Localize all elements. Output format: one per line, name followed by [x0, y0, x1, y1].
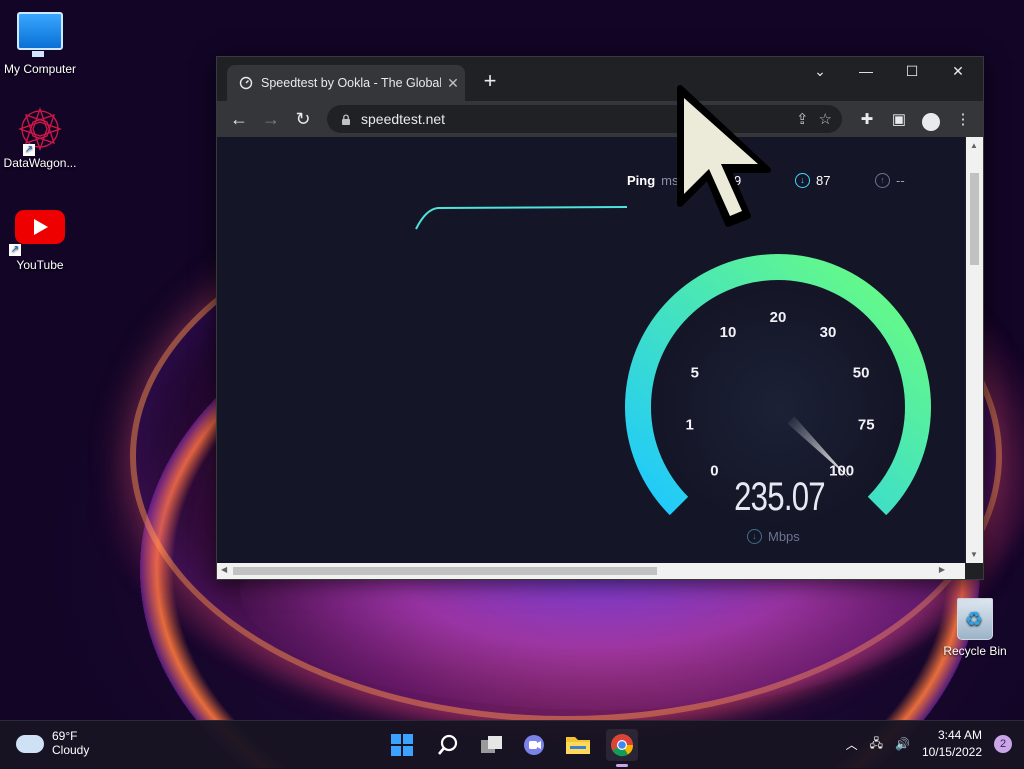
windows-logo-icon [391, 734, 413, 756]
gauge-tick-label: 0 [710, 463, 718, 480]
bookmark-star-icon[interactable]: ☆ [819, 110, 832, 128]
file-explorer-button[interactable] [562, 729, 594, 761]
arrow-right-icon: → [262, 108, 280, 129]
desktop-icon-label: Recycle Bin [943, 644, 1007, 658]
desktop-icon-label: DataWagon... [3, 156, 77, 170]
tab-strip: Speedtest by Ookla - The Global ✕ + ⌄ — … [217, 57, 983, 101]
share-icon[interactable]: ⇪ [796, 110, 809, 128]
ping-metric: Ping ms [627, 173, 679, 188]
upload-metric: ↑ -- [875, 173, 905, 188]
tab-speedtest[interactable]: Speedtest by Ookla - The Global ✕ [227, 65, 465, 101]
scroll-up-icon[interactable]: ▲ [970, 141, 978, 150]
speed-graph-line [415, 206, 628, 230]
maximize-button[interactable]: ☐ [897, 63, 927, 80]
gauge-tick-label: 5 [691, 365, 699, 382]
scroll-down-icon[interactable]: ▼ [970, 550, 978, 559]
download-unit-icon: ↓ [747, 529, 762, 544]
weather-widget[interactable]: 69°F Cloudy [16, 729, 89, 757]
weather-temp: 69°F [52, 729, 78, 743]
tab-close-icon[interactable]: ✕ [441, 75, 465, 92]
download-metric: ↓ 87 [795, 173, 830, 188]
scroll-right-icon[interactable]: ▶ [939, 565, 945, 574]
speed-value: 235.07 [734, 475, 826, 519]
speed-unit: Mbps [768, 529, 800, 544]
cloud-icon [16, 735, 44, 753]
computer-icon [17, 12, 63, 57]
system-tray: ︿ 🖧 🔊 3:44 AM 10/15/2022 2 [846, 727, 1012, 761]
desktop-icon-youtube[interactable]: ↗ YouTube [0, 210, 80, 272]
network-icon[interactable]: 🖧 [870, 734, 883, 755]
youtube-icon: ↗ [9, 210, 65, 256]
speed-unit-group: ↓ Mbps [747, 529, 800, 544]
desktop-icon-label: YouTube [16, 258, 64, 272]
scroll-left-icon[interactable]: ◀ [221, 565, 227, 574]
gauge-tick-label: 50 [853, 365, 870, 382]
upload-value: -- [896, 173, 905, 188]
mouse-cursor-icon [677, 85, 771, 227]
gauge-tick-label: 10 [720, 324, 737, 341]
side-panel-icon[interactable]: ▣ [885, 105, 913, 133]
arrow-left-icon: ← [230, 108, 248, 129]
tab-search-button[interactable]: ⌄ [805, 63, 835, 80]
gauge-tick-label: 20 [770, 309, 787, 326]
vertical-scroll-thumb[interactable] [970, 173, 979, 265]
clock-date: 10/15/2022 [921, 745, 982, 759]
clock[interactable]: 3:44 AM 10/15/2022 [922, 727, 982, 761]
back-button[interactable]: ← [223, 104, 255, 134]
ping-label: Ping [627, 173, 656, 188]
tab-title: Speedtest by Ookla - The Global [261, 76, 441, 90]
active-indicator [616, 764, 628, 767]
start-button[interactable] [386, 729, 418, 761]
download-arrow-icon: ↓ [795, 173, 810, 188]
gauge-tick-label: 1 [686, 417, 694, 434]
browser-toolbar: ← → ↻ speedtest.net ⇪ ☆ ✚ ▣ ⋮ [217, 101, 983, 137]
desktop-icon-datawagon[interactable]: ↗ DataWagon... [0, 106, 80, 170]
horizontal-scrollbar[interactable]: ◀ ▶ [217, 563, 965, 579]
task-view-button[interactable] [476, 729, 508, 761]
desktop-icon-recycle-bin[interactable]: ♻ Recycle Bin [935, 598, 1015, 658]
vertical-scrollbar[interactable]: ▲ ▼ [966, 137, 983, 563]
horizontal-scroll-thumb[interactable] [233, 567, 657, 575]
speedtest-favicon-icon [239, 76, 253, 90]
folder-icon [566, 737, 590, 754]
speed-graph [415, 206, 628, 230]
weather-desc: Cloudy [52, 743, 90, 757]
new-tab-button[interactable]: + [477, 69, 503, 95]
desktop-icon-label: My Computer [3, 62, 77, 76]
chrome-window: Speedtest by Ookla - The Global ✕ + ⌄ — … [216, 56, 984, 580]
reload-icon: ↻ [295, 108, 311, 129]
shortcut-arrow-icon: ↗ [9, 244, 21, 256]
menu-kebab-icon[interactable]: ⋮ [949, 105, 977, 133]
minimize-button[interactable]: — [851, 63, 881, 79]
chrome-taskbar-button[interactable] [606, 729, 638, 767]
profile-button[interactable] [917, 105, 945, 133]
close-window-button[interactable]: ✕ [943, 63, 973, 80]
volume-icon[interactable]: 🔊 [895, 737, 910, 751]
teams-chat-button[interactable] [518, 729, 550, 761]
datawagon-icon: ↗ [17, 106, 63, 156]
search-icon [438, 734, 458, 755]
search-button[interactable] [432, 729, 464, 761]
extensions-puzzle-icon[interactable]: ✚ [853, 105, 881, 133]
avatar-icon [922, 112, 940, 131]
forward-button[interactable]: → [255, 104, 287, 134]
reload-button[interactable]: ↻ [287, 104, 319, 134]
task-view-icon [481, 736, 502, 753]
download-value: 87 [816, 173, 831, 188]
lock-icon [342, 113, 350, 125]
clock-time: 3:44 AM [937, 728, 982, 742]
chrome-icon [611, 734, 634, 757]
upload-arrow-icon: ↑ [875, 173, 890, 188]
shortcut-arrow-icon: ↗ [23, 144, 35, 156]
gauge-tick-label: 30 [820, 324, 837, 341]
chevron-up-icon[interactable]: ︿ [846, 736, 858, 753]
speedtest-page: Ping ms ≈ 9 ↓ 87 ↑ -- [217, 137, 965, 563]
teams-chat-icon [524, 735, 544, 755]
recycle-bin-icon: ♻ [957, 598, 993, 640]
notification-badge[interactable]: 2 [994, 735, 1012, 753]
gauge-tick-label: 75 [858, 417, 875, 434]
desktop-icon-my-computer[interactable]: My Computer [0, 12, 80, 76]
taskbar: 69°F Cloudy ︿ 🖧 🔊 3:44 AM 10/15/2022 2 [0, 720, 1024, 769]
